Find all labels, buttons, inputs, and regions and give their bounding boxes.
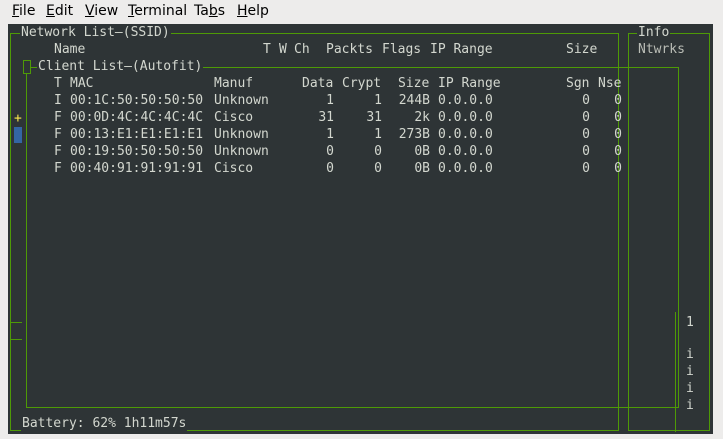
col-data[interactable]: Data	[302, 75, 333, 92]
col-crypt[interactable]: Crypt	[342, 75, 381, 92]
table-row[interactable]: F 00:0D:4C:4C:4C:4C Cisco 31 31 2k 0.0.0…	[8, 109, 713, 126]
client-type: F	[54, 127, 62, 142]
client-data: 0	[326, 161, 334, 176]
client-list-title: Client List—(Autofit)	[37, 59, 204, 74]
menu-file[interactable]: File	[12, 3, 35, 19]
client-signal: 0	[582, 127, 590, 142]
menu-view[interactable]: View	[85, 3, 118, 19]
client-size: 273B	[398, 127, 430, 142]
client-ip: 0.0.0.0	[438, 110, 493, 125]
client-crypt: 1	[374, 93, 382, 108]
info-marker: i	[686, 381, 694, 396]
network-list-header: Name T W Ch Packts Flags IP Range Size	[8, 41, 713, 58]
client-size: 0B	[414, 144, 430, 159]
col-packets[interactable]: Packts	[326, 41, 373, 58]
col-size[interactable]: Size	[566, 41, 597, 58]
table-row[interactable]: I 00:1C:50:50:50:50 Unknown 1 1 244B 0.0…	[8, 92, 713, 109]
client-mac: 00:40:91:91:91:91	[70, 161, 204, 176]
panel-divider-left	[10, 322, 22, 323]
col-client-ip-range[interactable]: IP Range	[438, 75, 501, 92]
col-noise[interactable]: Nse	[598, 75, 621, 92]
info-network-count: 1	[686, 315, 694, 330]
menu-terminal[interactable]: Terminal	[128, 3, 187, 19]
client-noise: 0	[614, 161, 622, 176]
table-row[interactable]: F 00:19:50:50:50:50 Unknown 0 0 0B 0.0.0…	[8, 143, 713, 160]
client-crypt: 1	[374, 127, 382, 142]
col-mac[interactable]: MAC	[70, 75, 93, 92]
client-type: F	[54, 110, 62, 125]
col-signal[interactable]: Sgn	[566, 75, 589, 92]
col-wep[interactable]: W	[279, 41, 287, 58]
menu-help[interactable]: Help	[237, 3, 269, 19]
client-mac: 00:19:50:50:50:50	[70, 144, 204, 159]
client-crypt: 0	[374, 144, 382, 159]
info-marker: i	[686, 398, 694, 413]
terminal-area[interactable]: Network List—(SSID) Info Ntwrks 1 i i i …	[8, 24, 713, 434]
client-type: F	[54, 161, 62, 176]
client-ip: 0.0.0.0	[438, 93, 493, 108]
client-list-corner	[23, 60, 31, 74]
client-data: 31	[318, 110, 334, 125]
client-signal: 0	[582, 144, 590, 159]
client-noise: 0	[614, 110, 622, 125]
client-ip: 0.0.0.0	[438, 144, 493, 159]
col-client-size[interactable]: Size	[398, 75, 429, 92]
client-data: 1	[326, 93, 334, 108]
client-manuf: Unknown	[214, 144, 269, 159]
info-marker: i	[686, 364, 694, 379]
battery-status: Battery: 62% 1h11m57s	[21, 416, 188, 431]
info-marker: i	[686, 347, 694, 362]
col-manuf[interactable]: Manuf	[214, 75, 253, 92]
client-signal: 0	[582, 93, 590, 108]
client-signal: 0	[582, 110, 590, 125]
client-ip: 0.0.0.0	[438, 161, 493, 176]
client-mac: 00:13:E1:E1:E1:E1	[70, 127, 204, 142]
client-data: 0	[326, 144, 334, 159]
client-noise: 0	[614, 127, 622, 142]
col-channel[interactable]: Ch	[294, 41, 310, 58]
client-size: 0B	[414, 161, 430, 176]
col-type[interactable]: T	[263, 41, 271, 58]
client-list-header: T MAC Manuf Data Crypt Size IP Range Sgn…	[8, 75, 713, 92]
network-list-title: Network List—(SSID)	[20, 25, 171, 40]
panel-divider-left-2	[10, 339, 22, 340]
client-ip: 0.0.0.0	[438, 127, 493, 142]
client-size: 244B	[398, 93, 430, 108]
client-size: 2k	[414, 110, 430, 125]
client-noise: 0	[614, 144, 622, 159]
client-manuf: Unknown	[214, 127, 269, 142]
client-mac: 00:0D:4C:4C:4C:4C	[70, 110, 204, 125]
menu-bar: File Edit View Terminal Tabs Help	[0, 0, 723, 24]
client-data: 1	[326, 127, 334, 142]
client-crypt: 0	[374, 161, 382, 176]
menu-tabs[interactable]: Tabs	[194, 3, 225, 19]
col-client-type[interactable]: T	[54, 75, 62, 92]
client-mac: 00:1C:50:50:50:50	[70, 93, 204, 108]
menu-edit[interactable]: Edit	[46, 3, 73, 19]
col-ip-range[interactable]: IP Range	[430, 41, 493, 58]
client-manuf: Cisco	[214, 110, 254, 125]
client-crypt: 31	[366, 110, 382, 125]
table-row[interactable]: F 00:40:91:91:91:91 Cisco 0 0 0B 0.0.0.0…	[8, 160, 713, 177]
client-type: F	[54, 144, 62, 159]
table-row[interactable]: F 00:13:E1:E1:E1:E1 Unknown 1 1 273B 0.0…	[8, 126, 713, 143]
col-flags[interactable]: Flags	[382, 41, 421, 58]
client-manuf: Cisco	[214, 161, 254, 176]
info-panel-title: Info	[637, 25, 671, 40]
client-manuf: Unknown	[214, 93, 269, 108]
client-noise: 0	[614, 93, 622, 108]
client-type: I	[54, 93, 62, 108]
client-signal: 0	[582, 161, 590, 176]
col-name[interactable]: Name	[54, 41, 85, 58]
